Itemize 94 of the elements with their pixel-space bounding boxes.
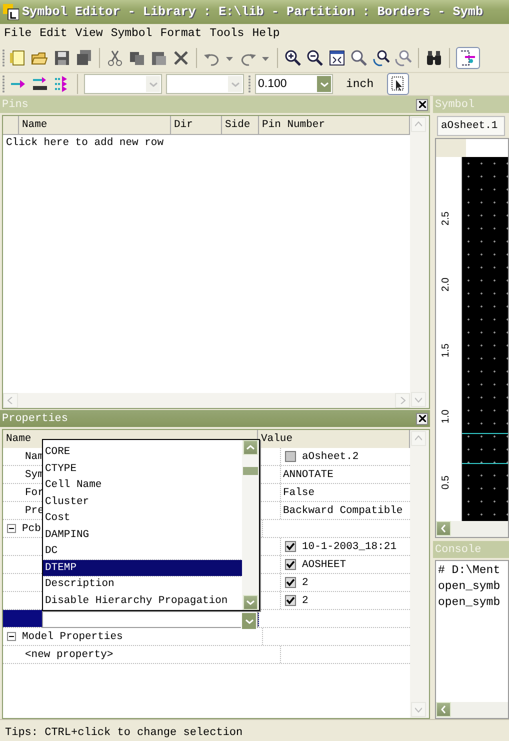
menu-item[interactable]: File (4, 27, 32, 40)
new-file-icon[interactable] (9, 48, 27, 66)
dropdown-option[interactable]: Description (43, 576, 242, 592)
zoom-in-icon[interactable] (284, 48, 302, 66)
ruler-label: 2.0 (440, 278, 452, 292)
group-label: Model Properties (22, 630, 123, 642)
menu-item[interactable]: Symbol (110, 27, 152, 40)
status-text: Tips: CTRL+click to change selection (5, 726, 243, 738)
collapse-icon[interactable] (7, 632, 16, 641)
property-value[interactable]: AOSHEET (302, 558, 346, 570)
schematic-canvas[interactable] (462, 157, 508, 521)
border-line (462, 463, 508, 464)
panel-title: Properties (2, 412, 68, 424)
panel-title: Pins (2, 98, 28, 110)
dropdown-option[interactable]: CORE (43, 444, 242, 460)
close-icon[interactable] (416, 412, 428, 424)
chevron-down-icon[interactable] (244, 616, 254, 626)
dropdown-field[interactable] (166, 74, 244, 94)
pin-tool-icon (459, 48, 477, 66)
zoom-out-icon[interactable] (306, 48, 324, 66)
zoom-icon[interactable] (350, 48, 368, 66)
save-icon[interactable] (53, 48, 71, 66)
dropdown-option[interactable]: DAMPING (43, 526, 242, 543)
grid-size-dropdown[interactable]: 0.100 (255, 74, 333, 94)
ruler-label: 0.5 (440, 476, 452, 490)
close-icon[interactable] (416, 98, 428, 110)
checkbox[interactable] (285, 595, 296, 606)
window-title: Symbol Editor - Library : E:\lib - Partition : Borders - Symb (22, 5, 484, 19)
dropdown-option[interactable]: Cluster (43, 494, 242, 510)
pin-label-icon[interactable] (31, 75, 49, 93)
property-value[interactable]: Backward Compatible (283, 504, 403, 516)
cut-icon[interactable] (106, 48, 124, 66)
ruler-label: 1.5 (440, 344, 452, 358)
cursor-icon (390, 75, 406, 93)
chevron-down-icon (148, 80, 158, 88)
console-line: # D:\Ment (438, 563, 502, 579)
horizontal-scrollbar[interactable] (436, 521, 508, 537)
zoom-previous-icon[interactable] (372, 48, 390, 66)
property-name-combo[interactable] (42, 611, 258, 628)
scroll-up-icon[interactable] (246, 443, 255, 452)
ruler-label: 2.5 (440, 212, 452, 226)
new-property-row[interactable]: <new property> (3, 646, 281, 663)
menu-item[interactable]: Tools (210, 27, 244, 40)
scroll-left-icon[interactable] (439, 524, 448, 533)
border-line (462, 433, 508, 434)
save-all-icon[interactable] (75, 48, 93, 66)
document-tab[interactable]: aOsheet.1 (437, 116, 505, 136)
fit-view-icon[interactable] (328, 48, 346, 66)
menu-item[interactable]: View (75, 27, 103, 40)
dropdown-option[interactable]: Cost (43, 510, 242, 526)
console-line: open_symb (438, 579, 502, 595)
dropdown-option[interactable]: DTEMP (43, 560, 242, 576)
ruler-label: 1.0 (440, 410, 452, 424)
dropdown-option[interactable]: CTYPE (43, 460, 242, 477)
horizontal-scrollbar[interactable] (436, 702, 508, 718)
property-value[interactable]: False (283, 486, 315, 498)
scroll-thumb[interactable] (243, 467, 258, 475)
column-header[interactable]: Side (222, 116, 259, 134)
console-line: open_symb (438, 595, 502, 611)
property-value[interactable]: ANNOTATE (283, 468, 334, 480)
scroll-left-icon[interactable] (439, 705, 448, 714)
panel-title: Console (435, 544, 482, 556)
property-value[interactable]: 2 (302, 594, 308, 606)
scroll-down-icon[interactable] (246, 598, 255, 607)
checkbox[interactable] (285, 541, 296, 552)
delete-icon[interactable] (172, 48, 190, 66)
app-icon (3, 4, 19, 20)
chevron-down-icon (320, 80, 328, 88)
column-header[interactable]: Dir (171, 116, 222, 134)
menu-item[interactable]: Edit (40, 27, 68, 40)
checkbox[interactable] (285, 451, 296, 462)
property-name: For (25, 486, 44, 498)
pin-tool-button[interactable] (456, 46, 480, 68)
panel-title: Symbol (435, 98, 475, 110)
property-value[interactable]: aOsheet.2 (302, 450, 359, 462)
group-label: Pcb (22, 522, 41, 534)
dropdown-option[interactable]: Disable Hierarchy Propagation (43, 592, 242, 609)
dropdown-option[interactable]: Cell Name (43, 477, 242, 494)
chevron-down-icon (230, 80, 240, 88)
vertical-scrollbar[interactable] (242, 440, 259, 610)
menu-item[interactable]: Help (252, 27, 280, 40)
property-value[interactable]: 2 (302, 576, 308, 588)
dropdown-option[interactable]: DC (43, 543, 242, 560)
dropdown-field[interactable] (84, 74, 162, 94)
add-row-hint[interactable]: Click here to add new row (3, 135, 410, 393)
checkbox[interactable] (285, 559, 296, 570)
collapse-icon[interactable] (7, 524, 16, 533)
column-header[interactable]: Name (19, 116, 171, 134)
property-value[interactable]: 10-1-2003_18:21 (302, 540, 397, 552)
menu-item[interactable]: Format (160, 27, 202, 40)
unit-label: inch (346, 78, 374, 90)
binoculars-icon[interactable] (425, 48, 443, 66)
select-tool-button[interactable] (386, 73, 409, 95)
checkbox[interactable] (285, 577, 296, 588)
